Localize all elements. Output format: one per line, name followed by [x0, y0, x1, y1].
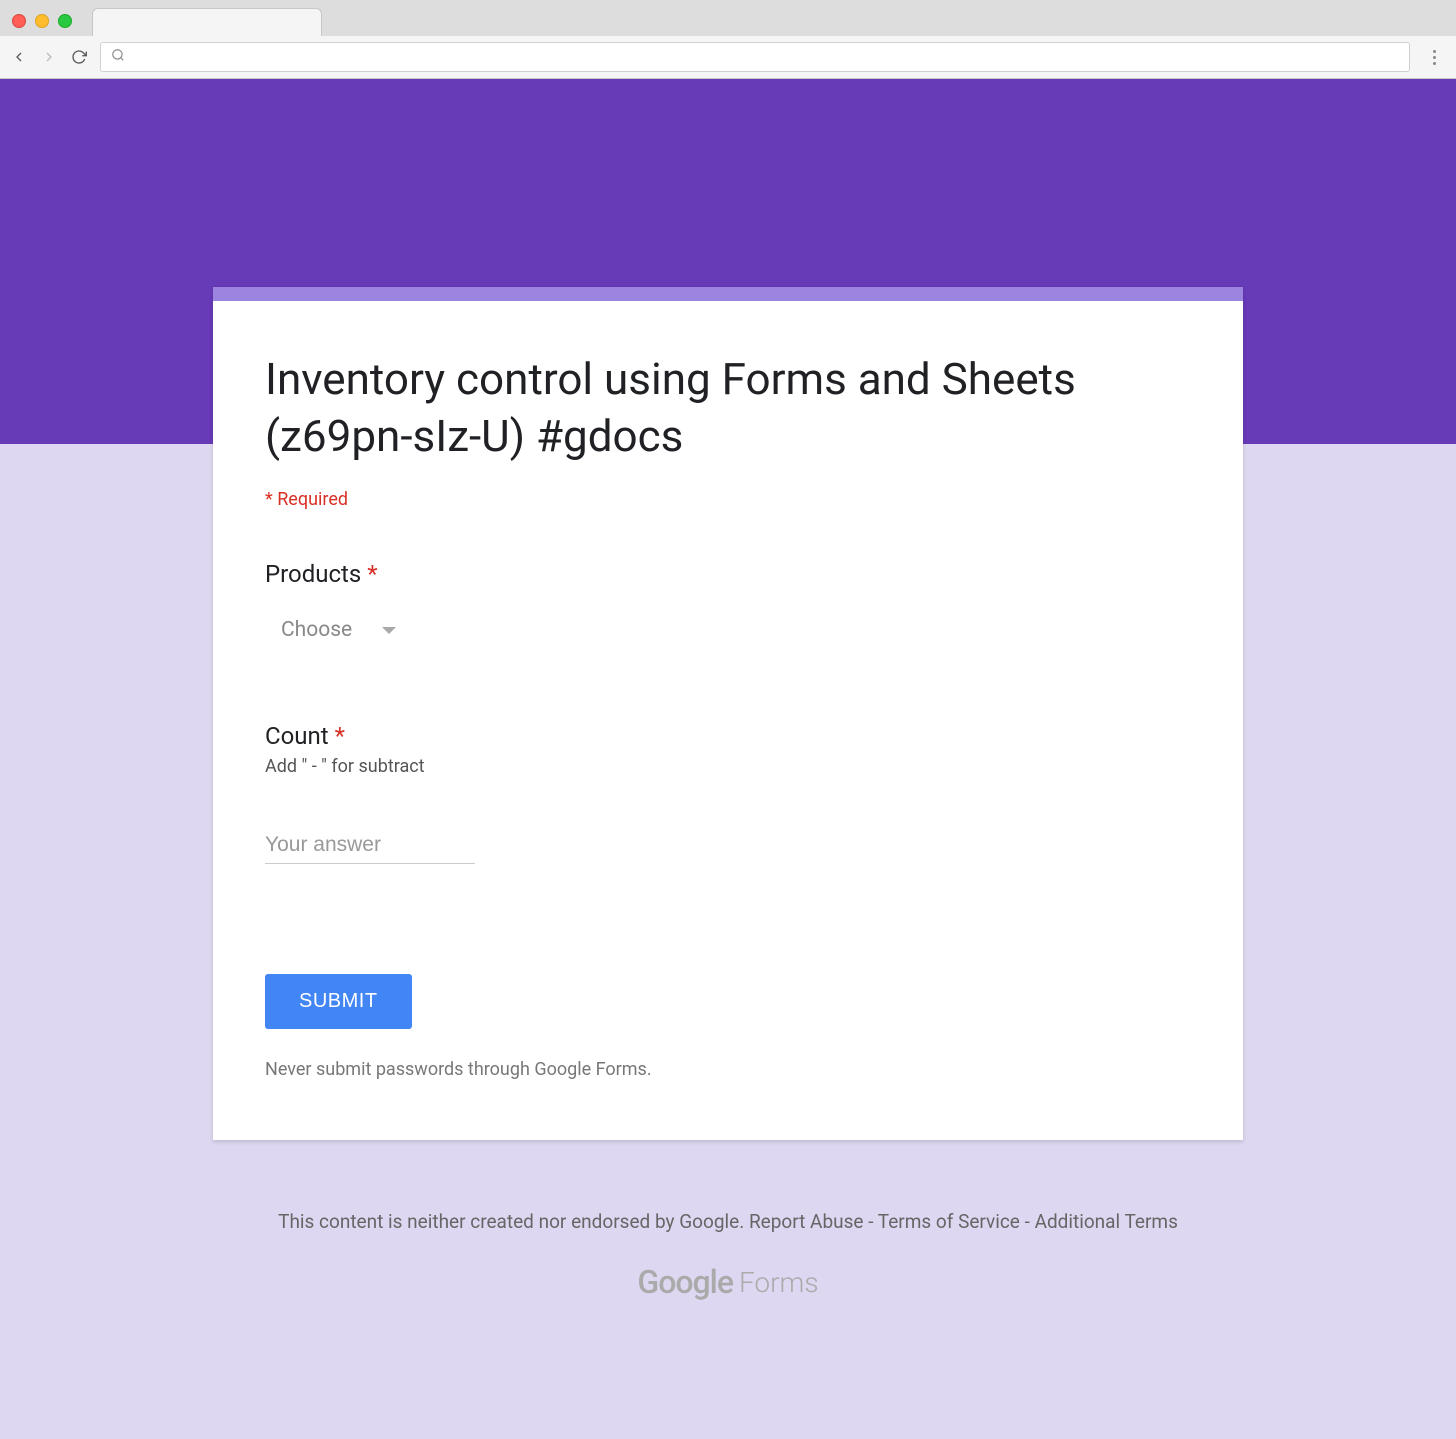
close-window-button[interactable]	[12, 14, 26, 28]
window-controls	[12, 14, 72, 28]
required-asterisk: *	[367, 560, 377, 588]
submit-button[interactable]: SUBMIT	[265, 974, 412, 1029]
dropdown-placeholder: Choose	[281, 618, 352, 642]
form-card: Inventory control using Forms and Sheets…	[213, 287, 1243, 1140]
label-text: Products	[265, 560, 361, 588]
browser-chrome	[0, 0, 1456, 79]
question-count: Count * Add " - " for subtract	[265, 722, 1191, 864]
question-products: Products * Choose	[265, 560, 1191, 652]
maximize-window-button[interactable]	[58, 14, 72, 28]
google-forms-logo[interactable]: Google Forms	[233, 1263, 1223, 1301]
google-logo-text: Google	[637, 1263, 733, 1301]
question-description: Add " - " for subtract	[265, 756, 1191, 777]
form-wrapper: Inventory control using Forms and Sheets…	[213, 287, 1243, 1301]
forms-logo-text: Forms	[739, 1266, 819, 1299]
required-label: * Required	[265, 489, 1191, 510]
report-abuse-link[interactable]: Report Abuse	[749, 1210, 864, 1233]
label-text: Count	[265, 722, 329, 750]
minimize-window-button[interactable]	[35, 14, 49, 28]
separator: -	[868, 1210, 878, 1233]
terms-link[interactable]: Terms of Service	[878, 1210, 1020, 1233]
footer: This content is neither created nor endo…	[213, 1210, 1243, 1301]
additional-terms-link[interactable]: Additional Terms	[1035, 1210, 1178, 1233]
question-label: Products *	[265, 560, 1191, 588]
forward-button[interactable]	[40, 48, 58, 66]
form-title: Inventory control using Forms and Sheets…	[265, 351, 1191, 465]
count-input[interactable]	[265, 827, 475, 864]
page-body: Inventory control using Forms and Sheets…	[0, 79, 1456, 1439]
question-label: Count *	[265, 722, 1191, 750]
search-icon	[111, 48, 125, 66]
address-bar[interactable]	[100, 42, 1410, 72]
footer-disclaimer: This content is neither created nor endo…	[233, 1210, 1223, 1233]
back-button[interactable]	[10, 48, 28, 66]
disclaimer-text: This content is neither created nor endo…	[278, 1210, 744, 1233]
products-dropdown[interactable]: Choose	[265, 608, 412, 652]
browser-menu-button[interactable]	[1422, 50, 1446, 65]
separator: -	[1025, 1210, 1035, 1233]
browser-tab[interactable]	[92, 8, 322, 36]
reload-button[interactable]	[70, 48, 88, 66]
toolbar	[0, 36, 1456, 78]
chevron-down-icon	[382, 627, 396, 634]
password-warning: Never submit passwords through Google Fo…	[265, 1059, 1191, 1080]
tab-bar	[0, 0, 1456, 36]
required-asterisk: *	[335, 722, 345, 750]
